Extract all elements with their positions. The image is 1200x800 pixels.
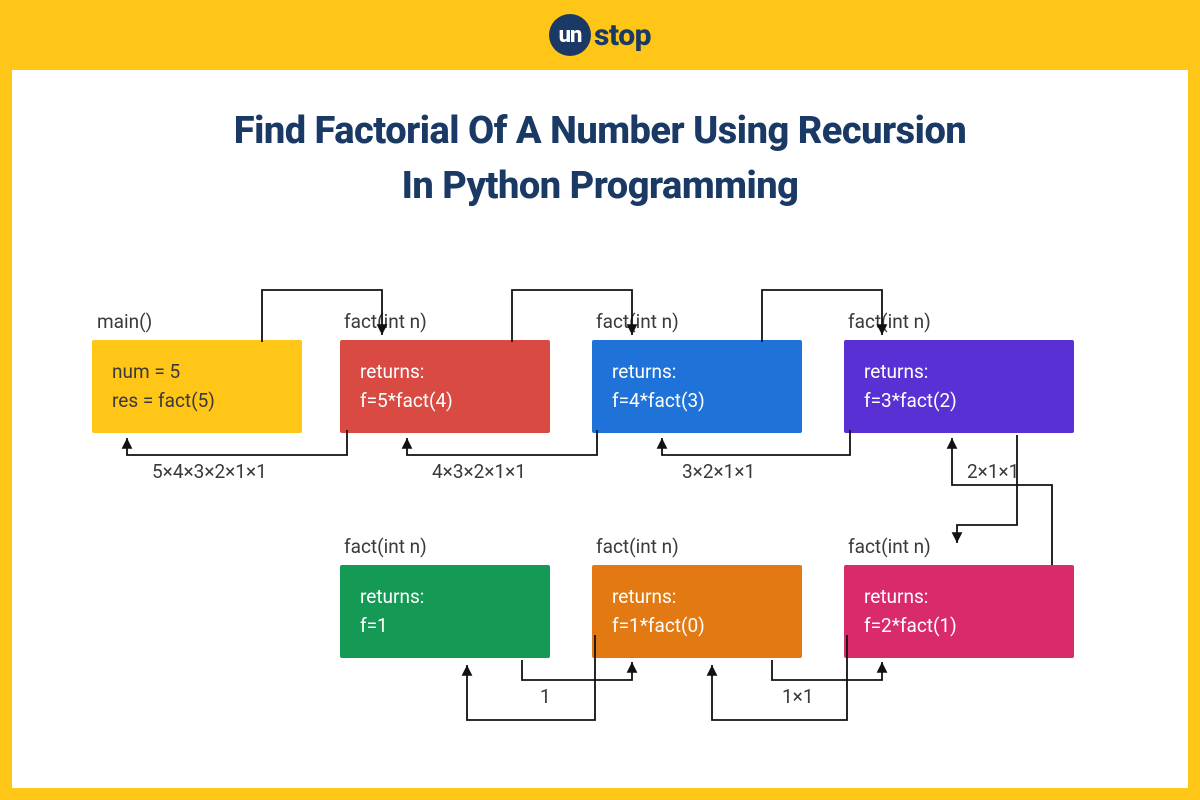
node-fact3-line1: returns: — [864, 358, 1054, 387]
return-1: 1 — [540, 685, 551, 708]
label-fn-1: fact(int n) — [344, 310, 427, 333]
node-main-line2: res = fact(5) — [112, 387, 282, 416]
node-fact3: returns: f=3*fact(2) — [844, 340, 1074, 433]
label-main: main() — [97, 310, 152, 333]
label-fn-5: fact(int n) — [596, 535, 679, 558]
node-fact1: returns: f=1*fact(0) — [592, 565, 802, 658]
node-fact5: returns: f=5*fact(4) — [340, 340, 550, 433]
node-main: num = 5 res = fact(5) — [92, 340, 302, 433]
node-fact4-line1: returns: — [612, 358, 782, 387]
node-fact3-line2: f=3*fact(2) — [864, 387, 1054, 416]
return-4321: 4×3×2×1×1 — [432, 460, 526, 483]
node-fact0-line2: f=1 — [360, 612, 530, 641]
node-fact2: returns: f=2*fact(1) — [844, 565, 1074, 658]
recursion-diagram: main() fact(int n) fact(int n) fact(int … — [12, 260, 1188, 788]
title-line-2: In Python Programming — [12, 159, 1188, 214]
node-fact2-line2: f=2*fact(1) — [864, 612, 1054, 641]
label-fn-4: fact(int n) — [344, 535, 427, 558]
content-panel: Find Factorial Of A Number Using Recursi… — [12, 70, 1188, 788]
node-fact1-line2: f=1*fact(0) — [612, 612, 782, 641]
logo-bar: un stop — [0, 0, 1200, 70]
return-5432: 5×4×3×2×1×1 — [152, 460, 267, 483]
node-fact2-line1: returns: — [864, 583, 1054, 612]
node-fact5-line2: f=5*fact(4) — [360, 387, 530, 416]
label-fn-2: fact(int n) — [596, 310, 679, 333]
page-title: Find Factorial Of A Number Using Recursi… — [12, 70, 1188, 214]
node-fact4: returns: f=4*fact(3) — [592, 340, 802, 433]
node-main-line1: num = 5 — [112, 358, 282, 387]
return-21: 2×1×1 — [967, 460, 1019, 483]
node-fact1-line1: returns: — [612, 583, 782, 612]
node-fact0-line1: returns: — [360, 583, 530, 612]
title-line-1: Find Factorial Of A Number Using Recursi… — [12, 104, 1188, 159]
label-fn-6: fact(int n) — [848, 535, 931, 558]
return-11: 1×1 — [782, 685, 814, 708]
node-fact0: returns: f=1 — [340, 565, 550, 658]
brand-text: stop — [594, 18, 651, 53]
brand-badge: un — [549, 14, 591, 56]
node-fact4-line2: f=4*fact(3) — [612, 387, 782, 416]
node-fact5-line1: returns: — [360, 358, 530, 387]
label-fn-3: fact(int n) — [848, 310, 931, 333]
brand-logo: un stop — [549, 14, 651, 56]
return-321: 3×2×1×1 — [682, 460, 755, 483]
